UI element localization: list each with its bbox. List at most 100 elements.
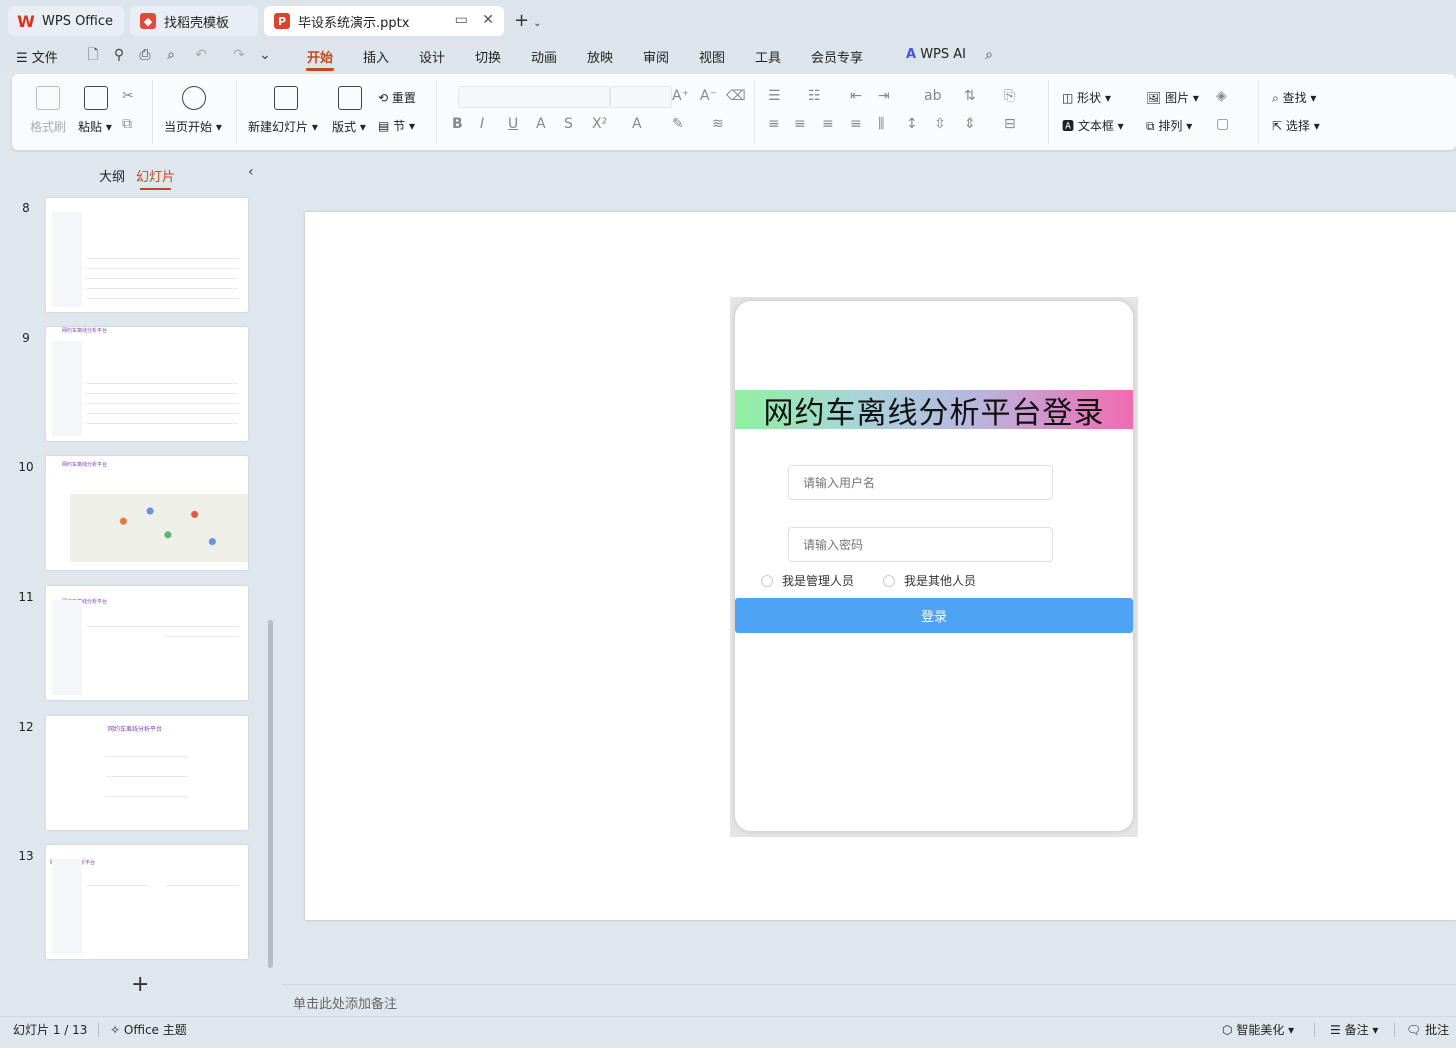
shadow-icon[interactable]: S — [564, 116, 573, 132]
font-size-select[interactable] — [610, 86, 672, 108]
strikethrough-icon[interactable]: A — [536, 116, 546, 132]
text-align-vertical-icon[interactable]: ⇕ — [964, 116, 976, 132]
wps-logo-icon: W — [17, 11, 35, 31]
outline-icon[interactable]: ▢ — [1216, 116, 1229, 132]
login-title-banner: 网约车离线分析平台登录 — [735, 390, 1133, 431]
slide-thumbnail-11[interactable]: 网约车离线分析平台 — [46, 586, 248, 700]
slide-thumbnail-10[interactable]: 网约车离线分析平台 — [46, 456, 248, 570]
picture-button[interactable]: 🖼 图片 ▾ — [1146, 89, 1199, 106]
copy-icon[interactable]: ⧉ — [122, 116, 132, 132]
menu-transition[interactable]: 切换 — [475, 47, 501, 66]
distribute-icon[interactable]: ⫼ — [878, 116, 884, 132]
login-button[interactable]: 登录 — [735, 598, 1133, 633]
align-center-icon[interactable]: ≡ — [794, 116, 806, 132]
more-quick-icon[interactable]: ⌄ — [256, 46, 274, 64]
menu-design[interactable]: 设计 — [419, 47, 445, 66]
align-right-icon[interactable]: ≡ — [822, 116, 834, 132]
arrange-button[interactable]: ⧉ 排列 ▾ — [1146, 117, 1192, 134]
menu-view[interactable]: 视图 — [699, 47, 725, 66]
font-family-select[interactable] — [458, 86, 610, 108]
increase-indent-icon[interactable]: ⇥ — [878, 88, 890, 104]
convert-icon[interactable]: ⎘ — [1004, 88, 1015, 104]
bold-icon[interactable]: B — [452, 116, 463, 132]
slide-thumbnail-12[interactable]: 网约车离线分析平台 — [46, 716, 248, 830]
cut-icon[interactable]: ✂ — [122, 88, 134, 104]
slide-thumbnail-13[interactable]: 网约车离线分析平台 — [46, 845, 248, 959]
menu-file[interactable]: ☰ 文件 — [16, 47, 58, 66]
paste-button[interactable]: 粘贴 ▾ — [78, 118, 112, 135]
print-icon[interactable]: ⎙ — [136, 46, 154, 64]
format-painter-button[interactable]: 格式刷 — [30, 118, 66, 135]
fill-icon[interactable]: ◈ — [1216, 88, 1227, 104]
tab-template[interactable]: ◆ 找稻壳模板 — [130, 6, 258, 36]
columns-icon[interactable]: ⊟ — [1004, 116, 1016, 132]
justify-icon[interactable]: ≡ — [850, 116, 862, 132]
undo-icon[interactable]: ↶ — [192, 46, 210, 64]
password-input[interactable] — [788, 527, 1053, 562]
tab-outline[interactable]: 大纲 — [99, 166, 125, 185]
slide-thumbnail-9[interactable]: 网约车离线分析平台 — [46, 327, 248, 441]
username-input[interactable] — [788, 465, 1053, 500]
menu-animation[interactable]: 动画 — [531, 47, 557, 66]
text-direction-icon[interactable]: ab — [924, 88, 941, 104]
paragraph-spacing-icon[interactable]: ⇳ — [934, 116, 946, 132]
font-color-icon[interactable]: A — [632, 116, 642, 132]
close-tab-icon[interactable]: ✕ — [482, 12, 494, 28]
menu-wps-ai[interactable]: A WPS AI — [906, 47, 966, 62]
char-spacing-icon[interactable]: ≋ — [712, 116, 724, 132]
menu-tools[interactable]: 工具 — [755, 47, 781, 66]
shape-button[interactable]: ◫ 形状 ▾ — [1062, 89, 1111, 106]
clear-format-icon[interactable]: ⌫ — [726, 88, 746, 104]
decrease-indent-icon[interactable]: ⇤ — [850, 88, 862, 104]
new-tab-button[interactable]: + ⌄ — [514, 10, 541, 31]
underline-icon[interactable]: U — [508, 116, 518, 132]
play-from-current-button[interactable]: 当页开始 ▾ — [164, 118, 222, 135]
superscript-icon[interactable]: X² — [592, 116, 607, 132]
reset-button[interactable]: ⟲ 重置 — [378, 89, 416, 106]
tab-document[interactable]: P 毕设系统演示.pptx ▭ ✕ — [264, 6, 504, 36]
search-icon[interactable]: ⌕ — [980, 46, 998, 64]
number-list-icon[interactable]: ☷ — [808, 88, 821, 104]
highlight-icon[interactable]: ✎ — [672, 116, 684, 132]
notes-toggle-button[interactable]: ☰ 备注 ▾ — [1330, 1021, 1378, 1038]
textbox-button[interactable]: 🅰 文本框 ▾ — [1062, 117, 1124, 134]
section-button[interactable]: ▤ 节 ▾ — [378, 117, 415, 134]
save-icon[interactable]: 🗋 — [84, 46, 102, 64]
add-slide-icon[interactable]: + — [131, 972, 149, 997]
divider — [98, 1023, 99, 1037]
new-slide-button[interactable]: 新建幻灯片 ▾ — [248, 118, 318, 135]
menu-slideshow[interactable]: 放映 — [587, 47, 613, 66]
slide-thumbnail-8[interactable] — [46, 198, 248, 312]
tab-slides[interactable]: 幻灯片 — [136, 166, 175, 190]
comment-button[interactable]: 🗨 批注 — [1406, 1021, 1449, 1038]
select-icon: ⇱ — [1272, 119, 1283, 133]
float-window-icon[interactable]: ▭ — [455, 12, 468, 28]
select-button[interactable]: ⇱ 选择 ▾ — [1272, 117, 1320, 134]
ppt-file-icon: P — [274, 13, 290, 29]
menu-home[interactable]: 开始 — [307, 47, 333, 66]
collapse-panel-icon[interactable]: ‹ — [248, 164, 254, 180]
increase-font-icon[interactable]: A⁺ — [672, 88, 689, 104]
italic-icon[interactable]: I — [480, 116, 484, 132]
print-preview-icon[interactable]: ⌕ — [162, 46, 180, 64]
align-left-icon[interactable]: ≡ — [768, 116, 780, 132]
layout-button[interactable]: 版式 ▾ — [332, 118, 366, 135]
sort-icon[interactable]: ⇅ — [964, 88, 976, 104]
theme-button[interactable]: ✧ Office 主题 — [110, 1021, 187, 1038]
notes-pane[interactable]: 单击此处添加备注 — [282, 984, 1456, 1016]
bullet-list-icon[interactable]: ☰ — [768, 88, 781, 104]
menu-insert[interactable]: 插入 — [363, 47, 389, 66]
decrease-font-icon[interactable]: A⁻ — [700, 88, 717, 104]
menu-review[interactable]: 审阅 — [643, 47, 669, 66]
radio-admin[interactable]: 我是管理人员 — [761, 572, 854, 589]
find-button[interactable]: ⌕ 查找 ▾ — [1272, 89, 1316, 106]
tab-wps-office[interactable]: W WPS Office — [8, 6, 124, 36]
menu-member[interactable]: 会员专享 — [811, 47, 863, 66]
beautify-icon: ⬡ — [1222, 1023, 1233, 1037]
redo-icon[interactable]: ↷ — [230, 46, 248, 64]
panel-scrollbar[interactable] — [268, 620, 273, 968]
smart-beautify-button[interactable]: ⬡ 智能美化 ▾ — [1222, 1021, 1294, 1038]
line-spacing-icon[interactable]: ↕ — [906, 116, 918, 132]
share-icon[interactable]: ⚲ — [110, 46, 128, 64]
radio-other[interactable]: 我是其他人员 — [883, 572, 976, 589]
